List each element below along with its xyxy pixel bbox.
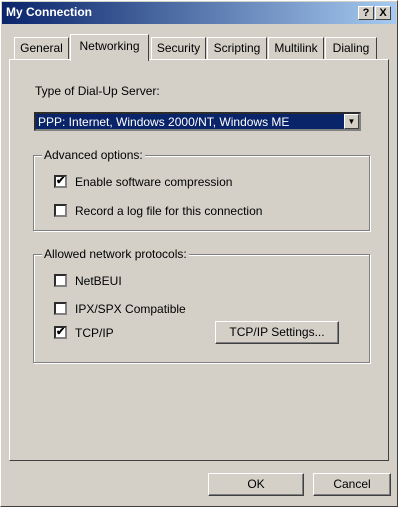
- checkmark-icon: ✔: [56, 175, 66, 187]
- compression-checkbox[interactable]: ✔: [54, 175, 67, 188]
- tab-security[interactable]: Security: [151, 37, 206, 59]
- ok-button[interactable]: OK: [208, 473, 304, 496]
- dropdown-arrow-icon[interactable]: ▼: [344, 114, 359, 129]
- cancel-button[interactable]: Cancel: [313, 473, 391, 496]
- tcpip-checkbox[interactable]: ✔: [54, 326, 67, 339]
- tab-networking[interactable]: Networking: [70, 34, 149, 61]
- server-type-label: Type of Dial-Up Server:: [35, 84, 160, 98]
- tcpip-settings-button[interactable]: TCP/IP Settings...: [215, 321, 339, 344]
- window-title: My Connection: [6, 5, 92, 19]
- help-button[interactable]: ?: [358, 6, 374, 20]
- tab-multilink[interactable]: Multilink: [268, 37, 324, 59]
- compression-label: Enable software compression: [75, 175, 233, 189]
- tab-dialing[interactable]: Dialing: [325, 37, 377, 59]
- dialog-window: My Connection ? X General Networking Sec…: [0, 0, 398, 507]
- logfile-checkbox[interactable]: [54, 204, 67, 217]
- tab-general[interactable]: General: [14, 37, 69, 59]
- ipx-checkbox[interactable]: [54, 302, 67, 315]
- checkmark-icon: ✔: [56, 326, 66, 338]
- tcpip-label: TCP/IP: [75, 326, 114, 340]
- advanced-options-group: Advanced options:: [33, 148, 370, 231]
- protocols-legend: Allowed network protocols:: [42, 247, 189, 261]
- netbeui-checkbox[interactable]: [54, 274, 67, 287]
- close-button[interactable]: X: [375, 6, 391, 20]
- ipx-label: IPX/SPX Compatible: [75, 302, 186, 316]
- tab-scripting[interactable]: Scripting: [207, 37, 267, 59]
- netbeui-label: NetBEUI: [75, 274, 122, 288]
- advanced-options-legend: Advanced options:: [42, 148, 145, 162]
- server-type-select[interactable]: PPP: Internet, Windows 2000/NT, Windows …: [34, 112, 361, 131]
- server-type-value: PPP: Internet, Windows 2000/NT, Windows …: [38, 115, 290, 129]
- title-bar[interactable]: My Connection ? X: [2, 2, 396, 24]
- logfile-label: Record a log file for this connection: [75, 204, 263, 218]
